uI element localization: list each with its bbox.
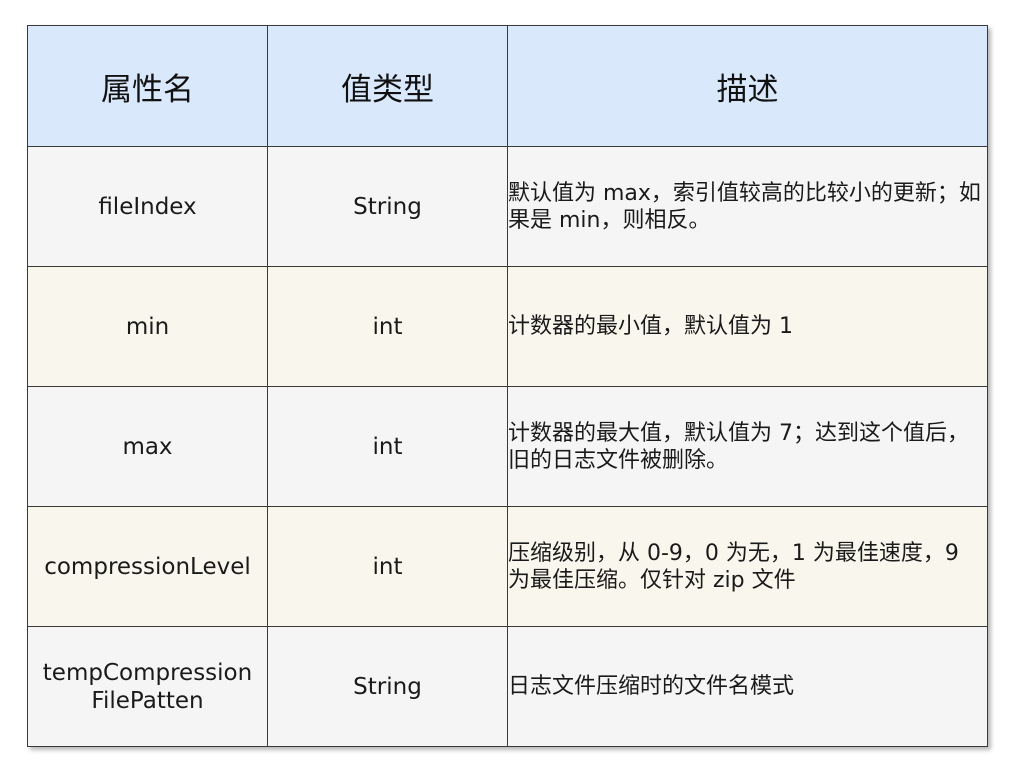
description-cell: 日志文件压缩时的文件名模式 (507, 626, 988, 747)
description-cell: 计数器的最小值，默认值为 1 (507, 266, 988, 387)
description-cell: 计数器的最大值，默认值为 7；达到这个值后，旧的日志文件被删除。 (507, 386, 988, 507)
value-type-cell: int (267, 266, 508, 387)
header-property-name: 属性名 (27, 25, 268, 147)
value-type-cell: int (267, 386, 508, 507)
value-type-cell: String (267, 626, 508, 747)
table-row: compressionLevel int 压缩级别，从 0-9，0 为无，1 为… (27, 506, 988, 627)
property-name-line: tempCompression (42, 659, 253, 686)
table-row: max int 计数器的最大值，默认值为 7；达到这个值后，旧的日志文件被删除。 (27, 386, 988, 507)
description-cell: 压缩级别，从 0-9，0 为无，1 为最佳速度，9 为最佳压缩。仅针对 zip … (507, 506, 988, 627)
property-name-cell: compressionLevel (27, 506, 268, 627)
table-row: min int 计数器的最小值，默认值为 1 (27, 266, 988, 387)
header-description: 描述 (507, 25, 988, 147)
property-name-cell: tempCompression FilePatten (27, 626, 268, 747)
property-name-cell: min (27, 266, 268, 387)
table-row: tempCompression FilePatten String 日志文件压缩… (27, 626, 988, 747)
header-value-type: 值类型 (267, 25, 508, 147)
property-name-cell: max (27, 386, 268, 507)
description-cell: 默认值为 max，索引值较高的比较小的更新；如果是 min，则相反。 (507, 146, 988, 267)
value-type-cell: String (267, 146, 508, 267)
table-row: fileIndex String 默认值为 max，索引值较高的比较小的更新；如… (27, 146, 988, 267)
property-table: 属性名 值类型 描述 fileIndex String 默认值为 max，索引值… (27, 25, 988, 747)
table-header-row: 属性名 值类型 描述 (27, 25, 988, 147)
value-type-cell: int (267, 506, 508, 627)
property-name-line: FilePatten (91, 687, 204, 714)
property-name-cell: fileIndex (27, 146, 268, 267)
